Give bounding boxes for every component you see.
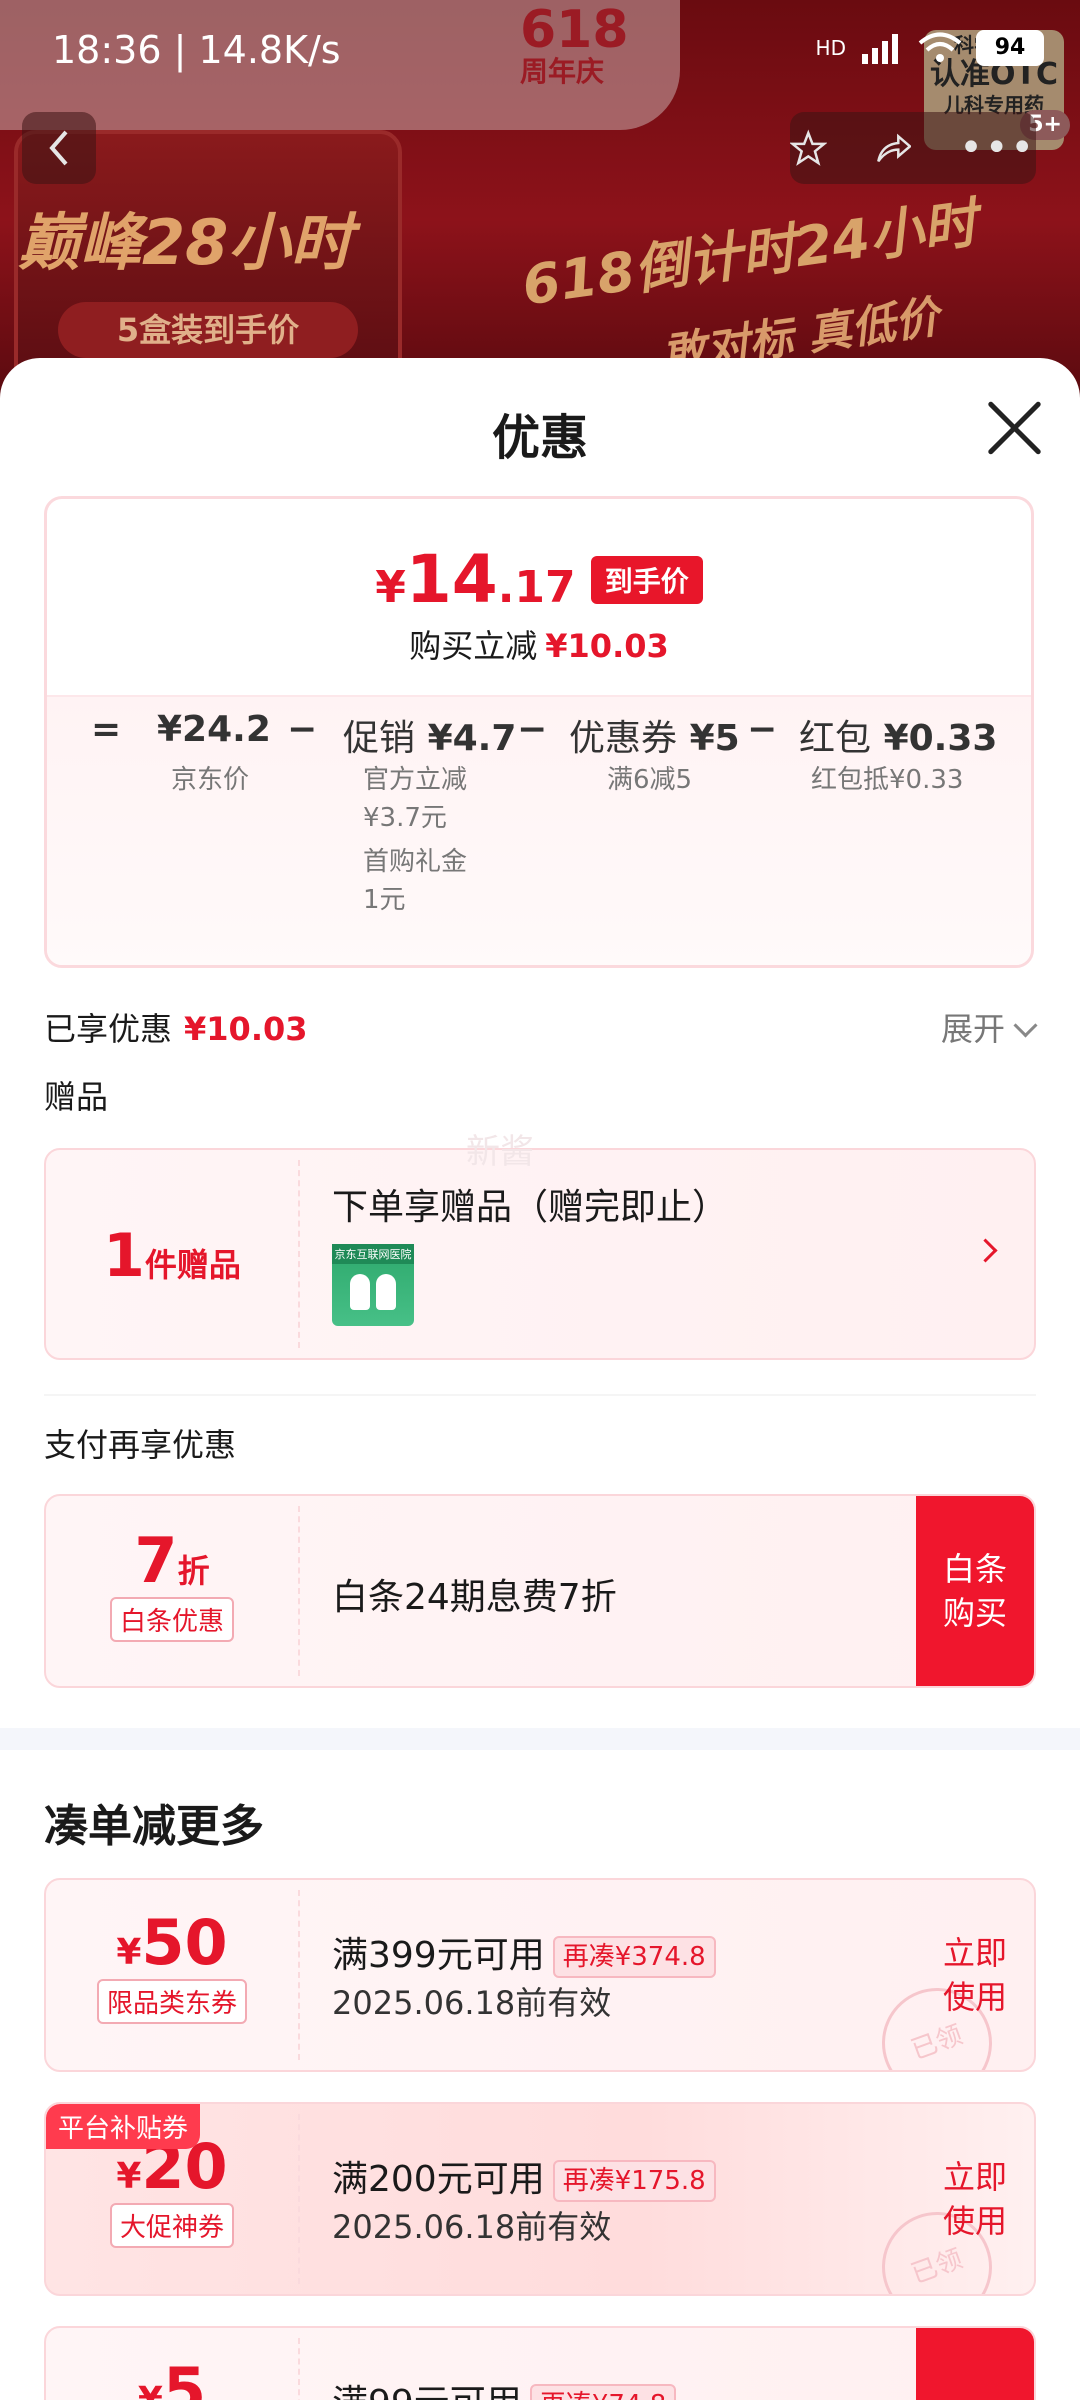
coupon-value: ¥5 xyxy=(138,2354,207,2400)
baitiao-tag: 白条优惠 xyxy=(109,1597,234,1642)
final-price-tag: 到手价 xyxy=(590,555,703,604)
coupon-condition: 满399元可用 再凑¥374.8 xyxy=(332,1926,716,1978)
star-icon[interactable] xyxy=(790,126,827,170)
coupon-condition: 满200元可用 再凑¥175.8 xyxy=(332,2150,716,2202)
price-breakdown-card: ¥14.17 到手价 购买立减 ¥10.03 = ¥24.2 京东价 − 促销 ¥… xyxy=(44,496,1034,968)
sheet-title: 优惠 xyxy=(491,410,588,466)
final-price-row: ¥14.17 到手价 xyxy=(47,541,1031,618)
instant-reduction-row: 购买立减 ¥10.03 xyxy=(409,627,669,665)
chevron-down-icon xyxy=(1013,1013,1038,1038)
status-bar: 18:36 | 14.8K/s HD 94 xyxy=(0,0,1080,100)
coupon-type-tag: 大促神券 xyxy=(109,2203,234,2248)
gift-count: 1件赠品 xyxy=(103,1221,241,1291)
baitiao-buy-button[interactable]: 白条 购买 xyxy=(916,1496,1034,1686)
gift-card[interactable]: 1件赠品 下单享赠品（赠完即止） 京东互联网医院 xyxy=(44,1148,1036,1360)
jd-price-label: 京东价 xyxy=(171,765,250,795)
discount-sheet: 优惠 ¥14.17 到手价 购买立减 ¥10.03 = ¥24.2 京东价 − 促… xyxy=(0,358,1080,2400)
coupon-detail: 满6减5 xyxy=(607,765,693,795)
expand-button[interactable]: 展开 xyxy=(941,1004,1038,1050)
platform-subsidy-tag: 平台补贴券 xyxy=(46,2104,201,2149)
instant-reduction-value: ¥10.03 xyxy=(545,627,669,665)
coupon-gap-badge: 再凑¥74.8 xyxy=(529,2384,677,2400)
gift-thumbnail: 京东互联网医院 xyxy=(332,1244,414,1326)
payment-section-label: 支付再享优惠 xyxy=(44,1426,237,1464)
more-icon[interactable]: ••• xyxy=(959,125,1036,171)
jd-price-value: ¥24.2 xyxy=(157,709,271,750)
use-now-button[interactable]: 立即 xyxy=(916,2328,1034,2400)
coupon-card: ¥50 限品类东券 满399元可用 再凑¥374.8 2025.06.18前有效 … xyxy=(44,1878,1036,2072)
minus-sign: − xyxy=(287,709,318,750)
signal-icon xyxy=(862,34,898,64)
watermark-text: 新酱 xyxy=(466,1132,534,1172)
equals-sign: = xyxy=(91,709,122,750)
status-time: 18:36 | 14.8K/s xyxy=(52,28,341,72)
redpack-amount: 红包 ¥0.33 xyxy=(799,718,998,759)
gift-title: 下单享赠品（赠完即止） xyxy=(332,1187,729,1228)
chevron-right-icon xyxy=(973,1238,998,1263)
coupon-type-tag: 限品类东券 xyxy=(96,1979,247,2024)
coupon-gap-badge: 再凑¥175.8 xyxy=(552,2160,716,2202)
coupon-value: ¥50 限品类东券 xyxy=(46,1880,298,2070)
coupon-amount: 优惠券 ¥5 xyxy=(569,718,740,759)
banner-subtitle: 5盒装到手价 xyxy=(58,302,358,358)
banner-title: 巅峰28小时 xyxy=(18,206,353,279)
coupon-expiry: 2025.06.18前有效 xyxy=(332,1984,612,2022)
final-price: ¥14.17 xyxy=(375,541,576,618)
coupon-card: ¥5 满99元可用再凑¥74.8 立即 xyxy=(44,2326,1036,2400)
promo-detail-official: 官方立减 ¥3.7元 xyxy=(363,765,468,833)
battery-icon: 94 xyxy=(976,30,1044,66)
chevron-left-icon xyxy=(49,130,68,166)
enjoyed-discount-row: 已享优惠 ¥10.03 xyxy=(44,1010,308,1048)
minus-sign: − xyxy=(747,709,778,750)
top-actions: ••• xyxy=(790,112,1036,184)
use-now-button[interactable]: 立即 使用 xyxy=(916,2104,1034,2294)
coupon-card: ¥20 大促神券 平台补贴券 满200元可用 再凑¥175.8 2025.06.1… xyxy=(44,2102,1036,2296)
use-now-button[interactable]: 立即 使用 xyxy=(916,1880,1034,2070)
baitiao-card: 7折 白条优惠 白条24期息费7折 白条 购买 xyxy=(44,1494,1036,1688)
share-icon[interactable] xyxy=(875,126,912,170)
promo-detail-first-buy: 首购礼金 1元 xyxy=(363,847,468,915)
gift-section-label: 赠品 xyxy=(44,1078,109,1116)
wifi-icon xyxy=(918,32,962,62)
coupon-condition: 满99元可用再凑¥74.8 xyxy=(332,2374,677,2400)
coupon-expiry: 2025.06.18前有效 xyxy=(332,2208,612,2246)
baitiao-discount: 7折 白条优惠 xyxy=(46,1496,298,1686)
coupon-gap-badge: 再凑¥374.8 xyxy=(552,1936,716,1978)
enjoyed-discount-value: ¥10.03 xyxy=(184,1010,308,1048)
back-button[interactable] xyxy=(22,112,96,184)
network-hd-label: HD xyxy=(815,36,846,60)
minus-sign: − xyxy=(517,709,548,750)
more-discount-heading: 凑单减更多 xyxy=(44,1801,264,1852)
close-button[interactable] xyxy=(984,398,1044,458)
baitiao-description: 白条24期息费7折 xyxy=(332,1577,617,1618)
promo-amount: 促销 ¥4.7 xyxy=(343,718,517,759)
redpack-detail: 红包抵¥0.33 xyxy=(811,765,964,795)
